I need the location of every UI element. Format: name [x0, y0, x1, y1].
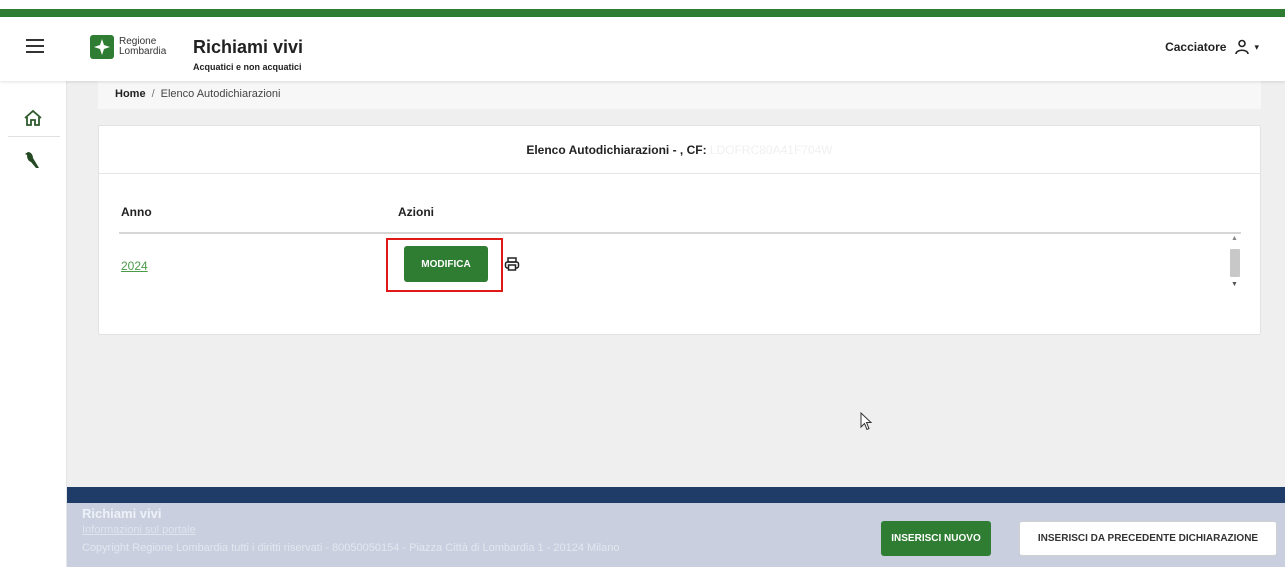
- autodichiarazioni-card: Elenco Autodichiarazioni - , CF: LDOFRC8…: [98, 125, 1261, 335]
- modifica-button[interactable]: MODIFICA: [404, 246, 488, 282]
- user-name: Cacciatore: [1165, 40, 1227, 54]
- footer-title: Richiami vivi: [82, 506, 162, 521]
- scrollbar-thumb[interactable]: [1230, 249, 1240, 277]
- regione-lombardia-logo[interactable]: Regione Lombardia: [90, 35, 166, 59]
- breadcrumb-separator: /: [151, 88, 155, 100]
- user-icon: [1235, 39, 1250, 55]
- home-icon[interactable]: [22, 107, 44, 129]
- mouse-cursor-icon: [860, 412, 873, 431]
- table-header-divider: [119, 232, 1241, 234]
- table-scrollbar[interactable]: ▲ ▼: [1229, 235, 1241, 293]
- breadcrumb-current: Elenco Autodichiarazioni: [160, 88, 281, 100]
- top-green-bar: [0, 9, 1285, 17]
- column-header-azioni: Azioni: [398, 205, 434, 219]
- inserisci-nuovo-button[interactable]: INSERISCI NUOVO: [881, 521, 991, 556]
- logo-mark-icon: [90, 35, 114, 59]
- user-menu[interactable]: Cacciatore ▾: [1165, 39, 1259, 55]
- year-link-2024[interactable]: 2024: [121, 259, 148, 273]
- footer-copyright: Copyright Regione Lombardia tutti i diri…: [82, 542, 620, 554]
- top-stripe: [0, 0, 1285, 17]
- print-icon[interactable]: [504, 257, 520, 271]
- app-header: Regione Lombardia Richiami vivi Acquatic…: [0, 17, 1285, 81]
- chevron-down-icon: ▾: [1254, 41, 1259, 52]
- column-header-anno: Anno: [121, 205, 152, 219]
- cf-value: LDOFRC80A41F704W: [709, 143, 833, 157]
- app-subtitle: Acquatici e non acquatici: [193, 62, 302, 72]
- app-title: Richiami vivi: [193, 37, 304, 57]
- footer: Richiami vivi Informazioni sul portale C…: [67, 487, 1285, 567]
- bird-icon[interactable]: [22, 149, 44, 171]
- breadcrumb: Home / Elenco Autodichiarazioni: [98, 81, 1261, 109]
- breadcrumb-home[interactable]: Home: [115, 88, 146, 100]
- main-content: Home / Elenco Autodichiarazioni Elenco Aut…: [67, 81, 1285, 487]
- hamburger-icon[interactable]: [26, 39, 44, 53]
- footer-band: [67, 487, 1285, 503]
- footer-info-link[interactable]: Informazioni sul portale: [82, 524, 196, 536]
- logo-text: Regione Lombardia: [119, 36, 167, 57]
- sidebar: [0, 81, 67, 567]
- sidebar-divider: [8, 136, 60, 137]
- scroll-down-icon[interactable]: ▼: [1231, 281, 1238, 288]
- card-title: Elenco Autodichiarazioni - , CF: LDOFRC8…: [99, 126, 1260, 174]
- scroll-up-icon[interactable]: ▲: [1231, 235, 1238, 242]
- inserisci-da-precedente-button[interactable]: INSERISCI DA PRECEDENTE DICHIARAZIONE: [1019, 521, 1277, 556]
